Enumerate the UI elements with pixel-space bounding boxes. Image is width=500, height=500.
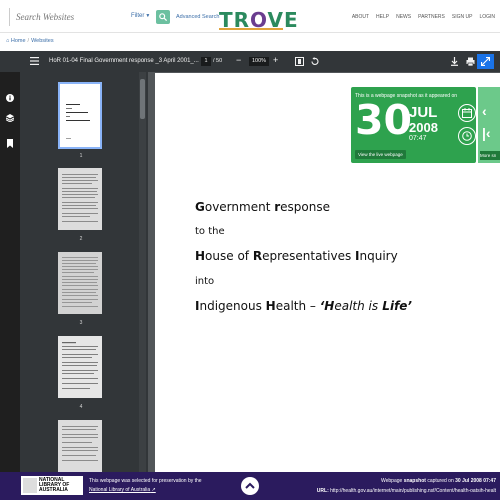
nav-help[interactable]: HELP bbox=[376, 14, 389, 20]
calendar-icon bbox=[462, 108, 472, 118]
sidebar-rail bbox=[0, 72, 20, 472]
more-snapshots-button[interactable]: More sn bbox=[480, 151, 500, 160]
thumbnail-number: 2 bbox=[79, 236, 83, 242]
zoom-out-button[interactable]: − bbox=[236, 55, 241, 65]
breadcrumb-separator: / bbox=[27, 38, 30, 44]
nav-news[interactable]: NEWS bbox=[396, 14, 411, 20]
thumbnail-panel: 1 2 3 4 bbox=[20, 72, 148, 472]
thumbnail-scrollbar[interactable] bbox=[139, 72, 146, 472]
page-number-input[interactable]: 1 bbox=[201, 57, 211, 66]
capture-info: Webpage snapshot captured on 30 Jul 2008… bbox=[380, 478, 496, 484]
nla-logo-text: NATIONAL LIBRARY OF AUSTRALIA bbox=[39, 477, 70, 494]
download-icon[interactable] bbox=[450, 57, 459, 66]
chevron-up-icon bbox=[245, 482, 255, 489]
search-button[interactable] bbox=[156, 10, 170, 24]
expand-button[interactable] bbox=[477, 54, 494, 69]
doc-line-1: Government response bbox=[195, 200, 330, 214]
calendar-button[interactable] bbox=[458, 104, 476, 122]
expand-icon bbox=[481, 57, 490, 66]
thumbnail-page-5[interactable] bbox=[58, 420, 102, 472]
thumbnail-preview bbox=[62, 342, 98, 389]
thumbnail-number: 3 bbox=[79, 320, 83, 326]
breadcrumb-websites[interactable]: Websites bbox=[31, 38, 54, 44]
home-icon: ⌂ bbox=[6, 38, 10, 44]
thumbnail-preview bbox=[66, 104, 90, 139]
logo-underline bbox=[219, 28, 283, 30]
thumbnail-page-1[interactable] bbox=[58, 82, 102, 149]
thumbnail-page-4[interactable] bbox=[58, 336, 102, 398]
layers-icon[interactable] bbox=[6, 114, 14, 122]
nla-link-label: National Library of Australia bbox=[89, 487, 151, 493]
nav-sign-up[interactable]: SIGN UP bbox=[452, 14, 473, 20]
filter-label: Filter bbox=[131, 13, 145, 19]
doc-line-5: Indigenous Health – ‘Health is Life’ bbox=[195, 299, 412, 313]
thumbnail-preview bbox=[62, 257, 98, 307]
page-total: / 50 bbox=[213, 58, 223, 64]
pdf-toolbar: HoR 01-04 Final Government response _3 A… bbox=[0, 51, 500, 72]
menu-icon[interactable] bbox=[30, 57, 39, 65]
capture-url: URL: http://health.gov.au/internet/main/… bbox=[316, 488, 496, 494]
nav-login[interactable]: LOGIN bbox=[479, 14, 495, 20]
nav-about[interactable]: ABOUT bbox=[352, 14, 369, 20]
thumbnail-number: 4 bbox=[79, 404, 83, 410]
search-input[interactable] bbox=[9, 8, 127, 26]
thumbnail-page-3[interactable] bbox=[58, 252, 102, 314]
back-to-top-button[interactable] bbox=[241, 477, 259, 495]
caret-down-icon: ▼ bbox=[145, 13, 151, 19]
clock-button[interactable] bbox=[458, 127, 476, 145]
document-title: HoR 01-04 Final Government response _3 A… bbox=[49, 58, 199, 64]
snapshot-month: JUL bbox=[409, 104, 438, 121]
search-icon bbox=[159, 13, 167, 21]
thumbnail-number: 1 bbox=[79, 153, 83, 159]
first-snapshot-icon[interactable]: |‹ bbox=[482, 125, 491, 141]
previous-snapshot-icon[interactable]: ‹ bbox=[482, 103, 487, 119]
info-icon[interactable] bbox=[6, 94, 14, 102]
advanced-search-link[interactable]: Advanced Search bbox=[176, 14, 219, 20]
thumbnail-scrollbar-thumb[interactable] bbox=[140, 79, 145, 119]
top-bar: Filter▼ Advanced Search TROVE ABOUTHELPN… bbox=[0, 0, 500, 33]
bookmark-icon[interactable] bbox=[6, 139, 14, 148]
thumbnail-page-2[interactable] bbox=[58, 168, 102, 230]
external-link-icon: ↗ bbox=[151, 487, 156, 493]
snapshot-nav-panel: ‹ |‹ More sn bbox=[478, 87, 500, 163]
fit-page-icon[interactable] bbox=[295, 57, 304, 66]
view-live-webpage-button[interactable]: View the live webpage bbox=[355, 150, 406, 159]
snapshot-time: 07:47 bbox=[409, 135, 427, 142]
footer: NATIONAL LIBRARY OF AUSTRALIA This webpa… bbox=[0, 472, 500, 500]
filter-button[interactable]: Filter▼ bbox=[131, 13, 150, 19]
breadcrumb: ⌂ Home / Websites bbox=[6, 38, 54, 44]
zoom-input[interactable]: 100% bbox=[249, 57, 269, 66]
capture-url-link[interactable]: http://health.gov.au/internet/main/publi… bbox=[330, 488, 496, 494]
nla-logo[interactable]: NATIONAL LIBRARY OF AUSTRALIA bbox=[21, 476, 83, 495]
doc-line-3: House of Representatives Inquiry bbox=[195, 249, 398, 263]
crest-icon bbox=[23, 478, 37, 493]
thumbnail-preview bbox=[62, 426, 98, 461]
snapshot-day: 30 bbox=[355, 96, 413, 144]
doc-line-2: to the bbox=[195, 226, 225, 237]
top-nav: ABOUT HELP NEWS PARTNERS SIGN UP LOGIN bbox=[345, 14, 495, 20]
breadcrumb-home[interactable]: Home bbox=[11, 38, 26, 44]
nav-partners[interactable]: PARTNERS bbox=[418, 14, 445, 20]
clock-icon bbox=[462, 131, 472, 141]
rotate-icon[interactable] bbox=[310, 57, 319, 66]
selected-text: This webpage was selected for preservati… bbox=[89, 478, 202, 484]
doc-line-4: into bbox=[195, 276, 215, 287]
print-icon[interactable] bbox=[466, 57, 475, 66]
snapshot-year: 2008 bbox=[409, 120, 438, 135]
zoom-in-button[interactable]: + bbox=[273, 55, 278, 65]
nla-link[interactable]: National Library of Australia ↗ bbox=[89, 487, 156, 493]
snapshot-date-panel: This is a webpage snapshot as it appeare… bbox=[351, 87, 476, 163]
thumbnail-preview bbox=[62, 174, 98, 222]
